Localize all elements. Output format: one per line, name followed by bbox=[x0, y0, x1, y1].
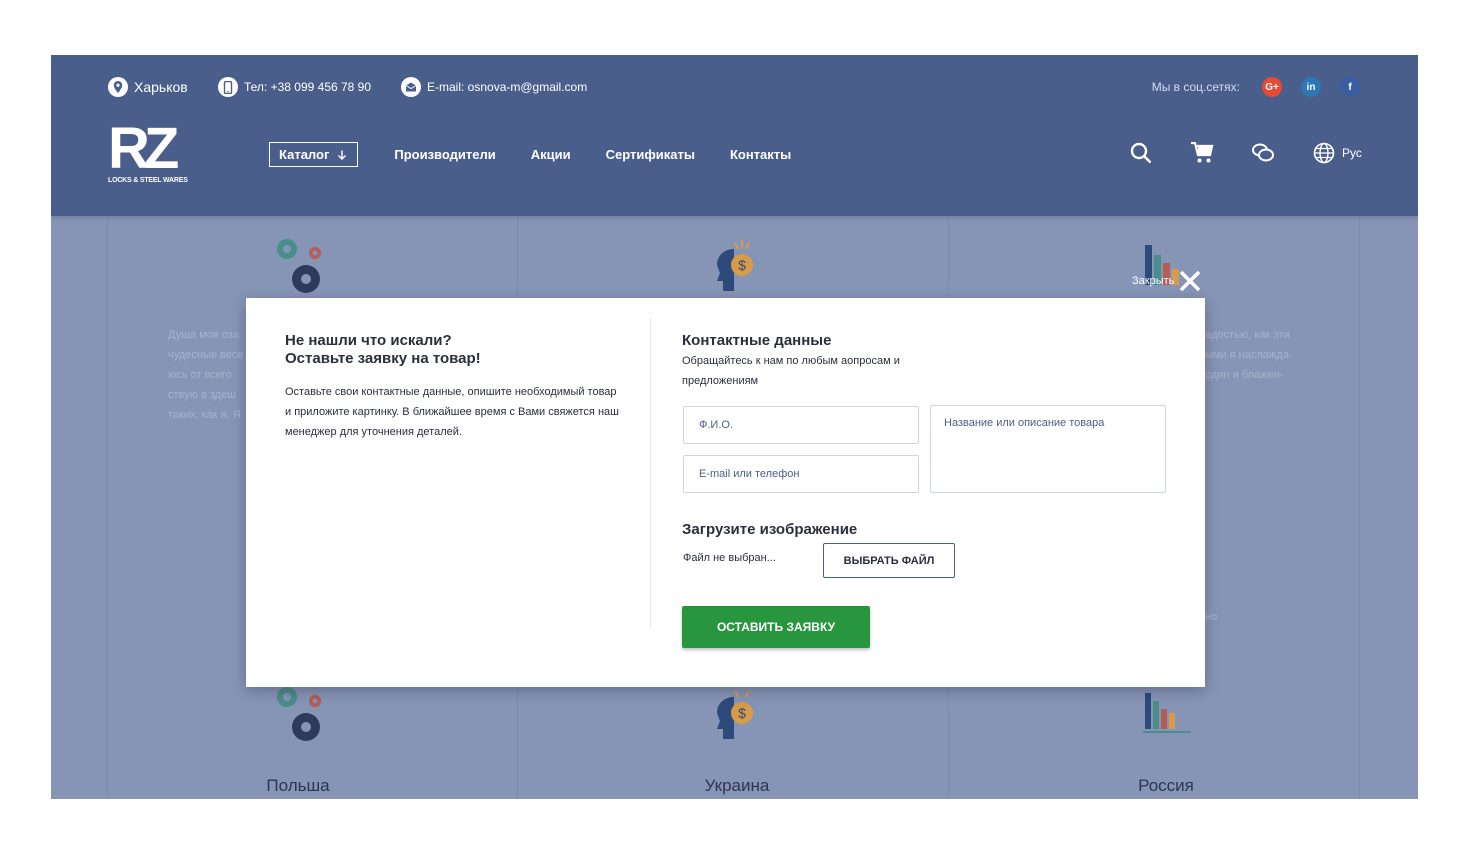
modal-description: Оставьте свои контактные данные, опишите… bbox=[285, 386, 619, 438]
contact-field[interactable]: E-mail или телефон bbox=[683, 455, 919, 493]
modal-title: Не нашли что искали? Оставьте заявку на … bbox=[285, 332, 481, 367]
cart-icon[interactable] bbox=[1190, 141, 1214, 165]
mail-icon bbox=[401, 77, 421, 97]
catalog-label: Каталог bbox=[279, 147, 330, 162]
contact-section: Контактные данные Обращайтесь к нам по л… bbox=[682, 332, 1182, 391]
site-logo[interactable]: RZ LOCKS & STEEL WARES bbox=[108, 116, 188, 187]
logo-subtitle: LOCKS & STEEL WARES bbox=[108, 177, 188, 184]
arrow-down-icon bbox=[338, 150, 347, 160]
phone-text: Тел: +38 099 456 78 90 bbox=[244, 80, 372, 94]
nav-item-contacts[interactable]: Контакты bbox=[730, 147, 791, 162]
choose-file-button[interactable]: ВЫБРАТЬ ФАЙЛ bbox=[823, 543, 955, 578]
close-label: Закрыть bbox=[1132, 275, 1175, 287]
request-modal: Не нашли что искали? Оставьте заявку на … bbox=[246, 298, 1205, 687]
globe-icon bbox=[1312, 141, 1336, 165]
main-nav: Каталог Производители Акции Сертификаты … bbox=[269, 142, 826, 167]
city-name: Харьков bbox=[134, 79, 188, 95]
country-ukraine[interactable]: Украина bbox=[637, 776, 837, 796]
nav-item-certificates[interactable]: Сертификаты bbox=[606, 147, 695, 162]
idea-head-icon: $ bbox=[717, 239, 753, 291]
background-text-left: Душа моя оза чудесные весе юсь от всего … bbox=[168, 329, 244, 421]
header-tools: Рус bbox=[1129, 141, 1362, 165]
facebook-icon[interactable]: f bbox=[1340, 77, 1360, 97]
nav-item-manufacturers[interactable]: Производители bbox=[394, 147, 495, 162]
social-links: Мы в соц.сетях: G+ in f bbox=[1152, 77, 1360, 97]
logo-mark: RZ bbox=[108, 116, 179, 181]
column-divider bbox=[1359, 216, 1360, 799]
file-status: Файл не выбран... bbox=[683, 552, 776, 564]
svg-text:$: $ bbox=[738, 257, 746, 273]
email-info[interactable]: E-mail: osnova-m@gmail.com bbox=[401, 77, 587, 97]
submit-request-button[interactable]: ОСТАВИТЬ ЗАЯВКУ bbox=[682, 606, 870, 648]
phone-info[interactable]: Тел: +38 099 456 78 90 bbox=[218, 77, 371, 97]
bar-chart-icon bbox=[1143, 693, 1191, 733]
modal-close-button[interactable]: Закрыть bbox=[1132, 269, 1202, 293]
gears-icon bbox=[277, 239, 321, 293]
nav-item-promotions[interactable]: Акции bbox=[531, 147, 571, 162]
phone-icon bbox=[218, 77, 238, 97]
background-text-right: адостью, как эти ыми я наслажда- один и … bbox=[1205, 329, 1293, 381]
search-icon[interactable] bbox=[1129, 141, 1153, 165]
country-russia[interactable]: Россия bbox=[1066, 776, 1266, 796]
chat-icon[interactable] bbox=[1251, 141, 1275, 165]
location-pin-icon bbox=[108, 77, 128, 97]
catalog-button[interactable]: Каталог bbox=[269, 142, 359, 167]
column-divider bbox=[107, 216, 108, 799]
contact-title: Контактные данные bbox=[682, 332, 832, 349]
fio-field[interactable]: Ф.И.О. bbox=[683, 406, 919, 444]
background-text-fragment: но bbox=[1205, 611, 1218, 623]
svg-text:$: $ bbox=[738, 705, 746, 721]
social-label: Мы в соц.сетях: bbox=[1151, 80, 1240, 94]
email-text: E-mail: osnova-m@gmail.com bbox=[427, 80, 588, 94]
google-plus-icon[interactable]: G+ bbox=[1262, 77, 1282, 97]
product-description-field[interactable]: Название или описание товара bbox=[930, 405, 1166, 493]
gears-icon bbox=[277, 687, 321, 741]
site-header: Харьков Тел: +38 099 456 78 90 E-mail: o… bbox=[51, 55, 1418, 216]
language-selector[interactable]: Рус bbox=[1312, 141, 1362, 165]
close-icon bbox=[1180, 270, 1201, 292]
contact-subtitle: Обращайтесь к нам по любым аопросам и пр… bbox=[682, 355, 900, 387]
idea-head-icon: $ bbox=[717, 690, 753, 739]
modal-divider bbox=[650, 318, 651, 628]
page-frame: Харьков Тел: +38 099 456 78 90 E-mail: o… bbox=[51, 55, 1418, 799]
city-selector[interactable]: Харьков bbox=[108, 77, 188, 97]
country-poland[interactable]: Польша bbox=[198, 776, 398, 796]
linkedin-icon[interactable]: in bbox=[1301, 77, 1321, 97]
modal-intro: Не нашли что искали? Оставьте заявку на … bbox=[285, 332, 625, 442]
upload-title: Загрузите изображение bbox=[682, 521, 858, 538]
language-label: Рус bbox=[1342, 146, 1362, 160]
